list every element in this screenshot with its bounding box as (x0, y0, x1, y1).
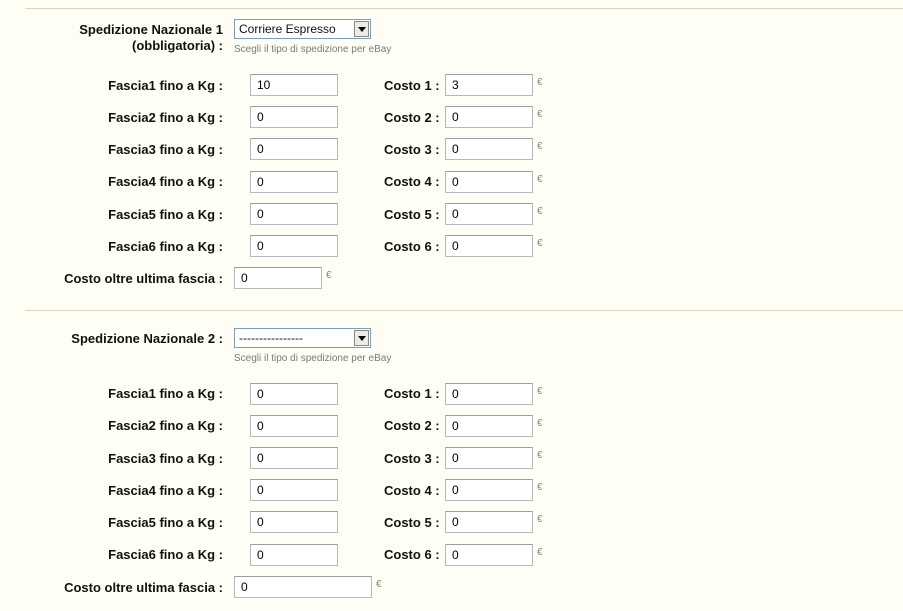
section-divider (25, 8, 903, 9)
shipping-2-select-value: ---------------- (239, 331, 303, 345)
fascia-6-input[interactable] (250, 544, 338, 566)
fascia-6-input[interactable] (250, 235, 338, 257)
euro-symbol: € (537, 514, 543, 525)
euro-symbol: € (326, 270, 332, 281)
chevron-down-icon[interactable] (354, 21, 369, 37)
costo-1-input[interactable] (445, 383, 533, 405)
fascia-3-input[interactable] (250, 447, 338, 469)
fascia-2-label: Fascia2 fino a Kg : (108, 110, 223, 125)
fascia-4-input[interactable] (250, 171, 338, 193)
shipping-1-title-line1: Spedizione Nazionale 1 (79, 22, 223, 37)
costo-5-input[interactable] (445, 203, 533, 225)
costo-5-input[interactable] (445, 511, 533, 533)
euro-symbol: € (376, 579, 382, 590)
euro-symbol: € (537, 174, 543, 185)
shipping-2-title-line1: Spedizione Nazionale 2 : (71, 331, 223, 346)
fascia-5-input[interactable] (250, 203, 338, 225)
costo-6-input[interactable] (445, 235, 533, 257)
fascia-2-input[interactable] (250, 106, 338, 128)
euro-symbol: € (537, 238, 543, 249)
shipping-1-select[interactable]: Corriere Espresso (234, 19, 371, 39)
costo-6-label: Costo 6 : (384, 547, 440, 562)
costo-6-label: Costo 6 : (384, 239, 440, 254)
fascia-5-input[interactable] (250, 511, 338, 533)
fascia-5-label: Fascia5 fino a Kg : (108, 515, 223, 530)
costo-2-label: Costo 2 : (384, 110, 440, 125)
euro-symbol: € (537, 109, 543, 120)
costo-6-input[interactable] (445, 544, 533, 566)
fascia-1-label: Fascia1 fino a Kg : (108, 386, 223, 401)
fascia-4-label: Fascia4 fino a Kg : (108, 174, 223, 189)
costo-4-label: Costo 4 : (384, 174, 440, 189)
costo-4-input[interactable] (445, 479, 533, 501)
costo-3-label: Costo 3 : (384, 451, 440, 466)
shipping-1-select-value: Corriere Espresso (239, 22, 336, 36)
costo-4-input[interactable] (445, 171, 533, 193)
chevron-down-icon[interactable] (354, 330, 369, 346)
euro-symbol: € (537, 547, 543, 558)
costo-1-input[interactable] (445, 74, 533, 96)
euro-symbol: € (537, 141, 543, 152)
fascia-3-label: Fascia3 fino a Kg : (108, 451, 223, 466)
costo-2-label: Costo 2 : (384, 418, 440, 433)
shipping-2-hint: Scegli il tipo di spedizione per eBay (234, 353, 392, 364)
oltre-input[interactable] (234, 267, 322, 289)
costo-2-input[interactable] (445, 106, 533, 128)
fascia-2-label: Fascia2 fino a Kg : (108, 418, 223, 433)
costo-2-input[interactable] (445, 415, 533, 437)
shipping-1-title: Spedizione Nazionale 1 (obbligatoria) : (79, 22, 223, 54)
fascia-5-label: Fascia5 fino a Kg : (108, 207, 223, 222)
euro-symbol: € (537, 450, 543, 461)
shipping-2-title: Spedizione Nazionale 2 : (71, 331, 223, 346)
fascia-4-input[interactable] (250, 479, 338, 501)
costo-5-label: Costo 5 : (384, 515, 440, 530)
oltre-label: Costo oltre ultima fascia : (64, 580, 223, 595)
euro-symbol: € (537, 386, 543, 397)
euro-symbol: € (537, 77, 543, 88)
fascia-3-input[interactable] (250, 138, 338, 160)
fascia-1-input[interactable] (250, 74, 338, 96)
shipping-1-hint: Scegli il tipo di spedizione per eBay (234, 44, 392, 55)
oltre-input[interactable] (234, 576, 372, 598)
shipping-1-title-line2: (obbligatoria) : (132, 38, 223, 53)
euro-symbol: € (537, 418, 543, 429)
fascia-1-label: Fascia1 fino a Kg : (108, 78, 223, 93)
fascia-4-label: Fascia4 fino a Kg : (108, 483, 223, 498)
euro-symbol: € (537, 206, 543, 217)
section-divider (25, 310, 903, 311)
shipping-2-select[interactable]: ---------------- (234, 328, 371, 348)
fascia-3-label: Fascia3 fino a Kg : (108, 142, 223, 157)
costo-1-label: Costo 1 : (384, 78, 440, 93)
fascia-6-label: Fascia6 fino a Kg : (108, 239, 223, 254)
costo-3-input[interactable] (445, 447, 533, 469)
costo-3-label: Costo 3 : (384, 142, 440, 157)
oltre-label: Costo oltre ultima fascia : (64, 271, 223, 286)
fascia-1-input[interactable] (250, 383, 338, 405)
fascia-2-input[interactable] (250, 415, 338, 437)
costo-1-label: Costo 1 : (384, 386, 440, 401)
costo-3-input[interactable] (445, 138, 533, 160)
costo-5-label: Costo 5 : (384, 207, 440, 222)
euro-symbol: € (537, 482, 543, 493)
costo-4-label: Costo 4 : (384, 483, 440, 498)
fascia-6-label: Fascia6 fino a Kg : (108, 547, 223, 562)
